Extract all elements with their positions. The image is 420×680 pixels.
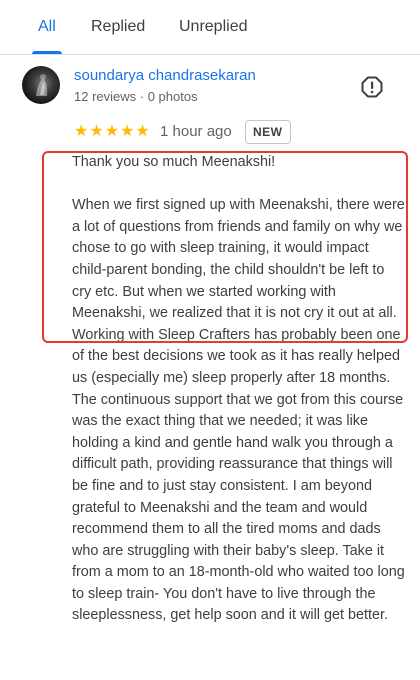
review-filter-tabs: All Replied Unreplied xyxy=(0,0,420,55)
tab-all[interactable]: All xyxy=(38,18,56,36)
tab-unreplied[interactable]: Unreplied xyxy=(179,18,247,36)
star-rating: ★★★★★ xyxy=(74,123,151,140)
avatar-image xyxy=(36,74,48,96)
reviews-page: All Replied Unreplied soundarya chandras… xyxy=(0,0,420,680)
review-text: Thank you so much Meenakshi! When we fir… xyxy=(72,154,405,624)
tab-replied[interactable]: Replied xyxy=(91,18,145,36)
reviewer-name[interactable]: soundarya chandrasekaran xyxy=(74,67,256,84)
reviewer-avatar[interactable] xyxy=(22,66,60,104)
active-tab-indicator xyxy=(32,51,62,54)
review-time: 1 hour ago xyxy=(160,123,232,140)
reviewer-meta: 12 reviews · 0 photos xyxy=(74,89,198,104)
new-badge: NEW xyxy=(245,120,291,144)
report-exclamation-icon[interactable] xyxy=(361,76,383,98)
